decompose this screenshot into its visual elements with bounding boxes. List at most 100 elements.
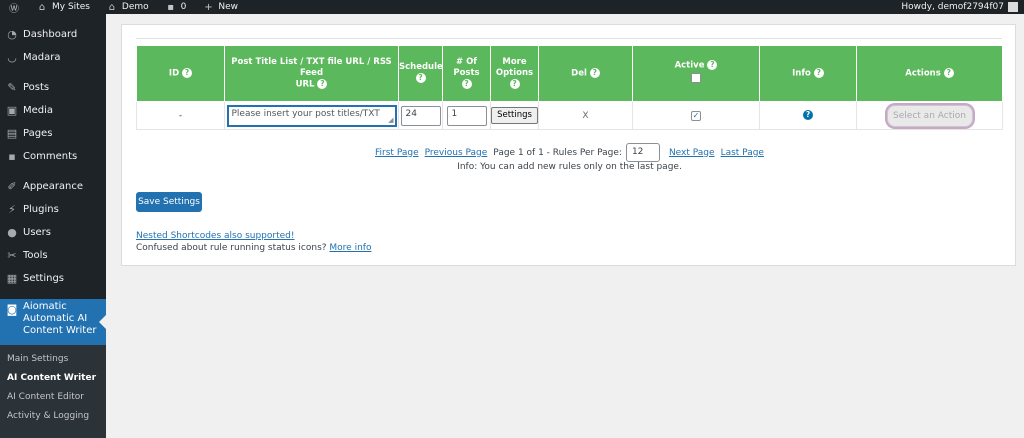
help-icon[interactable]: ? <box>943 67 954 78</box>
col-header-label: Options <box>495 67 534 78</box>
adminbar-my-sites[interactable]: ⌂ My Sites <box>28 0 98 14</box>
adminbar-new[interactable]: + New <box>194 0 246 14</box>
sidebar-item-label: Posts <box>23 81 50 93</box>
sidebar-item-posts[interactable]: ✎ Posts <box>0 76 106 98</box>
info-text: Info: You can add new rules only on the … <box>457 162 682 172</box>
next-page-link[interactable]: Next Page <box>669 148 715 158</box>
last-page-link[interactable]: Last Page <box>721 148 764 158</box>
active-checkbox[interactable]: ✓ <box>691 110 701 121</box>
sidebar-item-comments[interactable]: ▪ Comments <box>0 145 106 167</box>
post-titles-textarea[interactable]: Please insert your post titles/TXT ◢ <box>227 105 396 126</box>
submenu-activity-logging[interactable]: Activity & Logging <box>7 411 89 421</box>
col-header-label: More <box>502 56 527 67</box>
admin-bar: Ⓦ ⌂ My Sites ⌂ Demo ▪ 0 + New Howdy, demof27… <box>0 0 1024 15</box>
col-header-id: ID ? <box>136 45 225 102</box>
post-titles-placeholder: Please insert your post titles/TXT <box>231 108 380 119</box>
help-icon[interactable]: ? <box>509 78 520 89</box>
col-header-more-options: More Options? <box>490 45 539 102</box>
sidebar-item-label: Users <box>23 226 52 238</box>
cell-del[interactable]: X <box>538 101 633 130</box>
rules-per-page-input[interactable]: 12 <box>625 143 660 162</box>
plus-icon: + <box>204 1 213 13</box>
sidebar-item-label: Media <box>23 104 54 116</box>
sidebar-item-settings[interactable]: ▦ Settings <box>0 267 106 289</box>
sidebar-item-pages[interactable]: ▤ Pages <box>0 122 106 144</box>
help-icon[interactable]: ? <box>415 73 426 84</box>
comment-bubble-icon: ▪ <box>167 1 175 13</box>
select-action-dropdown[interactable]: Select an Action <box>886 104 973 127</box>
help-icon[interactable]: ? <box>589 67 600 78</box>
user-icon: ● <box>7 225 17 239</box>
panel-divider <box>136 38 1002 39</box>
sidebar-item-aiomatic[interactable]: ◙ Aiomatic Automatic AI Content Writer <box>0 299 106 345</box>
sidebar-item-dashboard[interactable]: ◔ Dashboard <box>0 23 106 45</box>
rules-table: ID ? Post Title List / TXT file URL / RS… <box>136 45 1003 130</box>
info-help-icon[interactable]: ? <box>803 110 813 121</box>
first-page-link[interactable]: First Page <box>375 148 419 158</box>
pages-icon: ▤ <box>6 126 18 140</box>
dashboard-icon: ◔ <box>7 27 17 41</box>
active-menu-arrow <box>99 315 106 329</box>
help-icon[interactable]: ? <box>813 67 824 78</box>
sidebar-item-label: Madara <box>23 51 61 63</box>
help-icon[interactable]: ? <box>461 78 472 89</box>
col-header-del: Del ? <box>538 45 633 102</box>
cell-schedule: 24 <box>398 101 443 130</box>
wrench-icon: ✂ <box>7 248 17 262</box>
cell-num-posts: 1 <box>442 101 491 130</box>
col-header-label: Actions <box>905 68 941 79</box>
confused-label: Confused about rule running status icons… <box>136 243 327 253</box>
table-row: - Please insert your post titles/TXT ◢ 2… <box>136 101 1003 130</box>
help-icon[interactable]: ? <box>317 78 328 89</box>
schedule-input[interactable]: 24 <box>400 105 441 126</box>
sidebar-item-media[interactable]: ▣ Media <box>0 99 106 121</box>
num-posts-input[interactable]: 1 <box>446 105 487 126</box>
save-settings-button[interactable]: Save Settings <box>136 192 202 212</box>
adminbar-comments[interactable]: ▪ 0 <box>157 0 195 14</box>
brush-icon: ✐ <box>7 179 17 193</box>
col-header-label: Active <box>674 60 705 71</box>
help-icon[interactable]: ? <box>182 67 193 78</box>
cell-info: ? <box>759 101 857 130</box>
previous-page-link[interactable]: Previous Page <box>425 148 488 158</box>
col-header-title-list: Post Title List / TXT file URL / RSS Fee… <box>224 45 399 102</box>
sidebar-item-plugins[interactable]: ⚡ Plugins <box>0 198 106 220</box>
adminbar-account[interactable]: Howdy, demof2794f07 <box>901 2 1024 12</box>
submenu-ai-content-writer[interactable]: AI Content Writer <box>7 373 96 383</box>
cell-title-list: Please insert your post titles/TXT ◢ <box>224 101 399 130</box>
adminbar-wp-logo[interactable]: Ⓦ <box>0 0 28 15</box>
more-info-link[interactable]: More info <box>329 243 371 253</box>
sidebar-item-tools[interactable]: ✂ Tools <box>0 244 106 266</box>
submenu-ai-content-editor[interactable]: AI Content Editor <box>7 392 84 402</box>
aiomatic-label-line1: Aiomatic <box>23 301 67 312</box>
nested-shortcodes-link[interactable]: Nested Shortcodes also supported! <box>136 231 295 241</box>
media-icon: ▣ <box>6 103 18 117</box>
pagination: First Page Previous Page Page 1 of 1 - R… <box>122 143 1017 162</box>
sidebar-item-madara[interactable]: ◡ Madara <box>0 46 106 68</box>
page-status: Page 1 of 1 - Rules Per Page: <box>493 147 622 158</box>
sidebar-item-label: Appearance <box>23 180 84 192</box>
col-header-active: Active ? <box>632 45 760 102</box>
col-header-label: Schedule <box>399 62 443 73</box>
plugin-icon: ⚡ <box>8 202 16 216</box>
aiomatic-logo-icon: ◙ <box>6 303 18 316</box>
sidebar-item-users[interactable]: ● Users <box>0 221 106 243</box>
submenu-main-settings[interactable]: Main Settings <box>7 354 68 364</box>
cell-active: ✓ <box>632 101 760 130</box>
cell-more-options: Settings <box>490 101 539 130</box>
smile-icon: ◡ <box>7 50 17 64</box>
help-icon[interactable]: ? <box>707 59 718 70</box>
admin-sidebar: ◔ Dashboard ◡ Madara ✎ Posts ▣ Media ▤ Pages … <box>0 14 106 438</box>
adminbar-new-label: New <box>218 2 239 12</box>
settings-button[interactable]: Settings <box>491 107 538 124</box>
resize-handle-icon[interactable]: ◢ <box>388 116 393 124</box>
sidebar-item-label: Settings <box>23 272 65 284</box>
sidebar-item-appearance[interactable]: ✐ Appearance <box>0 175 106 197</box>
adminbar-demo-label: Demo <box>121 2 149 12</box>
select-all-checkbox[interactable] <box>691 73 701 84</box>
pin-icon: ✎ <box>7 80 17 94</box>
adminbar-site-demo[interactable]: ⌂ Demo <box>98 0 157 14</box>
col-header-info: Info ? <box>759 45 857 102</box>
wordpress-logo-icon: Ⓦ <box>9 3 19 15</box>
col-header-label: # Of Posts <box>453 56 480 78</box>
